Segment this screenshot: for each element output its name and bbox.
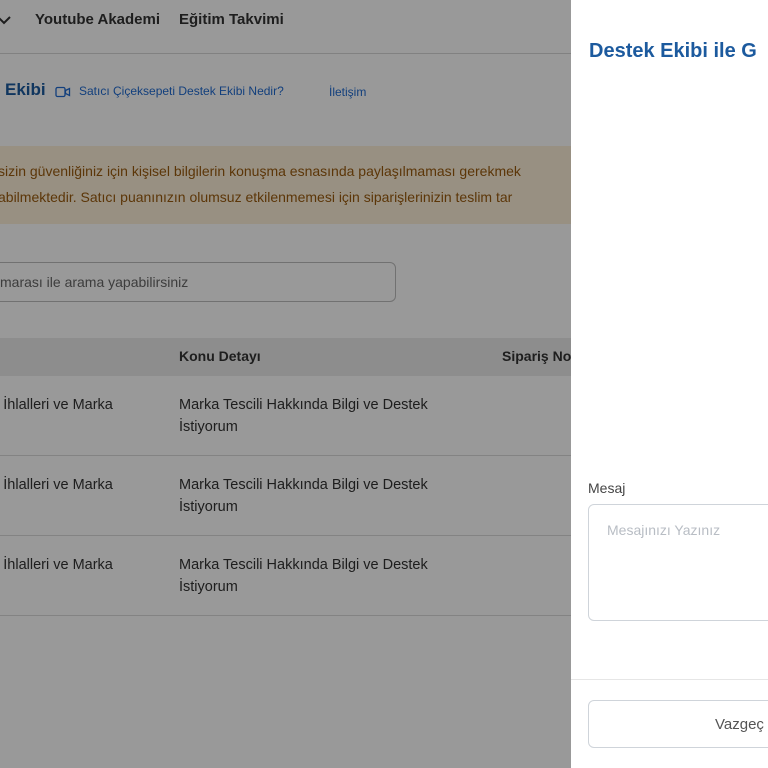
warning-line-2: abilmektedir. Satıcı puanınızın olumsuz … <box>0 189 513 205</box>
cancel-button[interactable]: Vazgeç <box>588 700 768 748</box>
topic-cell: k İhlalleri ve Marka <box>0 477 113 493</box>
support-team-info-link[interactable]: Satıcı Çiçeksepeti Destek Ekibi Nedir? <box>79 84 284 98</box>
warning-line-1: sizin güvenliğiniz için kişisel bilgiler… <box>0 163 521 179</box>
search-input[interactable] <box>0 263 395 301</box>
nav-egitim-takvimi[interactable]: Eğitim Takvimi <box>179 11 284 28</box>
search-box <box>0 262 396 302</box>
column-header-order-no: Sipariş No <box>502 348 572 364</box>
chevron-down-icon[interactable] <box>0 12 12 28</box>
message-input[interactable] <box>589 505 768 620</box>
topic-detail-cell: Marka Tescili Hakkında Bilgi ve Destek İ… <box>179 477 428 515</box>
drawer-footer: Vazgeç <box>571 679 768 768</box>
message-label: Mesaj <box>588 480 626 496</box>
message-box <box>588 504 768 621</box>
topic-cell: k İhlalleri ve Marka <box>0 557 113 573</box>
breadcrumb: Ekibi Satıcı Çiçeksepeti Destek Ekibi Ne… <box>0 78 600 104</box>
topic-detail-cell: Marka Tescili Hakkında Bilgi ve Destek İ… <box>179 557 428 595</box>
page-title: Ekibi <box>5 80 46 99</box>
video-icon <box>55 85 71 98</box>
support-drawer: Destek Ekibi ile G Mesaj Vazgeç <box>571 0 768 768</box>
column-header-topic-detail: Konu Detayı <box>179 348 261 364</box>
drawer-title: Destek Ekibi ile G <box>589 40 757 62</box>
topic-detail-cell: Marka Tescili Hakkında Bilgi ve Destek İ… <box>179 397 428 435</box>
contact-link[interactable]: İletişim <box>329 85 366 99</box>
nav-youtube-akademi[interactable]: Youtube Akademi <box>35 11 160 28</box>
topic-cell: k İhlalleri ve Marka <box>0 397 113 413</box>
